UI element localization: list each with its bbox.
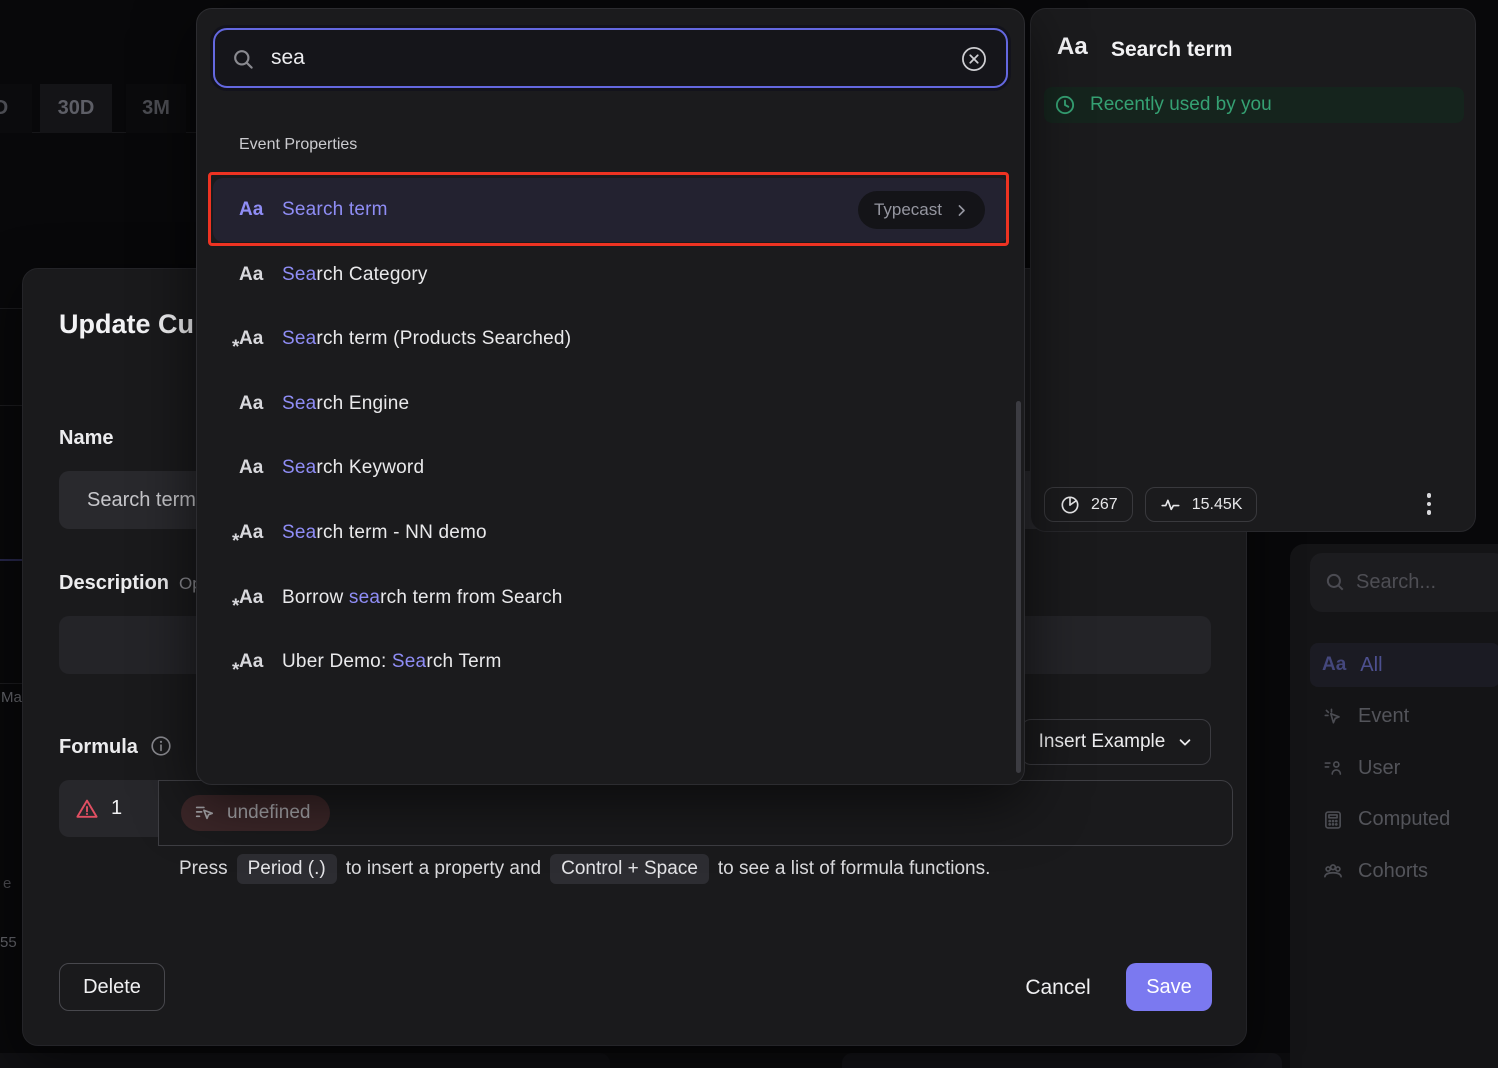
sidebar-item-label: All: [1360, 654, 1382, 677]
tab-time-range-3m[interactable]: 3M: [126, 84, 186, 133]
pulse-icon: [1160, 494, 1182, 516]
save-button[interactable]: Save: [1126, 963, 1212, 1011]
pie-chart-icon: [1059, 494, 1081, 516]
property-label: Search Keyword: [282, 457, 424, 479]
search-icon: [1324, 571, 1346, 593]
property-label: Uber Demo: Search Term: [282, 651, 501, 673]
text-property-icon: Aa: [1322, 654, 1346, 676]
delete-button[interactable]: Delete: [59, 963, 165, 1011]
sidebar-item-event[interactable]: Event: [1310, 695, 1498, 739]
property-search-dropdown: Event Properties AaSearch termTypecastAa…: [196, 8, 1025, 785]
stat-pill[interactable]: 267: [1044, 487, 1133, 522]
custom-property-icon: Aa*: [239, 522, 279, 544]
property-item[interactable]: Aa*Search term - NN demo: [213, 501, 1009, 565]
undefined-token[interactable]: undefined: [181, 795, 330, 831]
name-label: Name: [59, 427, 113, 450]
property-details-panel: Aa Search term Recently used by you 267 1…: [1030, 8, 1476, 532]
kbd-control-space: Control + Space: [550, 854, 709, 884]
property-item[interactable]: Aa*Search term (Products Searched): [213, 307, 1009, 371]
formula-hint: Press Period (.) to insert a property an…: [179, 854, 990, 884]
sidebar-item-all[interactable]: Aa All: [1310, 643, 1498, 687]
cohorts-icon: [1322, 860, 1344, 882]
chart-gridline: [0, 308, 22, 309]
section-header-event-properties: Event Properties: [239, 136, 357, 154]
sidebar-item-computed[interactable]: Computed: [1310, 798, 1498, 842]
property-item[interactable]: AaSearch Keyword: [213, 436, 1009, 500]
cursor-click-icon: [1322, 706, 1344, 728]
kebab-menu-icon[interactable]: [1417, 489, 1441, 519]
tab-time-range-30d[interactable]: 30D: [40, 84, 112, 133]
text-property-icon: Aa: [239, 393, 279, 415]
axis-label-fragment: 55: [0, 934, 17, 951]
property-label: Search term: [282, 199, 388, 221]
property-label: Search Engine: [282, 393, 409, 415]
property-item[interactable]: AaSearch term Typecast: [213, 178, 1009, 242]
background-card-edge: [842, 1053, 1282, 1068]
custom-property-icon: Aa*: [239, 587, 279, 609]
dropdown-search-box[interactable]: [213, 28, 1008, 88]
formula-label: Formula: [59, 735, 172, 763]
stats-row: 267 15.45K: [1044, 487, 1257, 522]
error-count: 1: [111, 797, 122, 820]
chart-gridline: [0, 683, 22, 684]
warning-icon: [75, 797, 99, 821]
property-item[interactable]: Aa*Borrow search term from Search: [213, 566, 1009, 630]
sidebar-search-box[interactable]: [1310, 553, 1498, 612]
sidebar-item-cohorts[interactable]: Cohorts: [1310, 849, 1498, 893]
info-icon: [150, 735, 172, 763]
insert-example-button[interactable]: Insert Example: [1021, 719, 1211, 765]
dropdown-search-input[interactable]: [271, 30, 911, 86]
clear-search-icon[interactable]: [960, 45, 988, 73]
property-label: Search term - NN demo: [282, 522, 487, 544]
property-item[interactable]: AaSearch Category: [213, 243, 1009, 307]
cancel-button[interactable]: Cancel: [998, 969, 1118, 1007]
text-property-icon: Aa: [239, 264, 279, 286]
chevron-right-icon: [954, 203, 969, 218]
clock-icon: [1054, 94, 1076, 116]
typecast-badge[interactable]: Typecast: [858, 191, 985, 229]
axis-label-fragment: e: [3, 875, 11, 892]
sidebar-item-label: User: [1358, 757, 1400, 780]
custom-property-icon: Aa*: [239, 328, 279, 350]
property-label: Search Category: [282, 264, 428, 286]
sidebar-item-user[interactable]: User: [1310, 746, 1498, 790]
stat-value: 15.45K: [1192, 496, 1243, 514]
text-property-icon: Aa: [239, 457, 279, 479]
chevron-down-icon: [1177, 734, 1193, 750]
property-item[interactable]: Aa*Uber Demo: Search Term: [213, 630, 1009, 694]
sidebar-item-label: Event: [1358, 705, 1409, 728]
custom-event-icon: [195, 805, 215, 821]
stat-pill[interactable]: 15.45K: [1145, 487, 1258, 522]
scrollbar-thumb[interactable]: [1016, 401, 1021, 773]
modal-title: Update Cu: [59, 309, 194, 340]
calculator-icon: [1322, 809, 1344, 831]
user-list-icon: [1322, 757, 1344, 779]
sidebar-item-label: Cohorts: [1358, 860, 1428, 883]
chart-series-line: [0, 559, 22, 561]
property-filter-sidebar: Aa All Event User Computed Cohorts: [1290, 544, 1498, 1068]
text-property-icon: Aa: [1057, 33, 1088, 61]
formula-editor[interactable]: undefined: [158, 780, 1233, 846]
background-card-edge: [0, 1053, 610, 1068]
property-label: Search term (Products Searched): [282, 328, 571, 350]
recently-used-badge: Recently used by you: [1044, 87, 1464, 123]
sidebar-item-label: Computed: [1358, 808, 1450, 831]
custom-property-icon: Aa*: [239, 651, 279, 673]
formula-error-counter: 1: [59, 780, 158, 837]
property-label: Borrow search term from Search: [282, 587, 563, 609]
chart-gridline: [0, 405, 22, 406]
time-range-tabstrip: D 30D 3M: [0, 84, 196, 133]
stat-value: 267: [1091, 496, 1118, 514]
kbd-period: Period (.): [237, 854, 337, 884]
property-item[interactable]: AaSearch Engine: [213, 372, 1009, 436]
text-property-icon: Aa: [239, 199, 279, 221]
search-icon: [231, 47, 255, 71]
tab-time-range-partial[interactable]: D: [0, 84, 32, 133]
property-details-title: Search term: [1111, 38, 1232, 62]
sidebar-search-input[interactable]: [1356, 553, 1496, 612]
